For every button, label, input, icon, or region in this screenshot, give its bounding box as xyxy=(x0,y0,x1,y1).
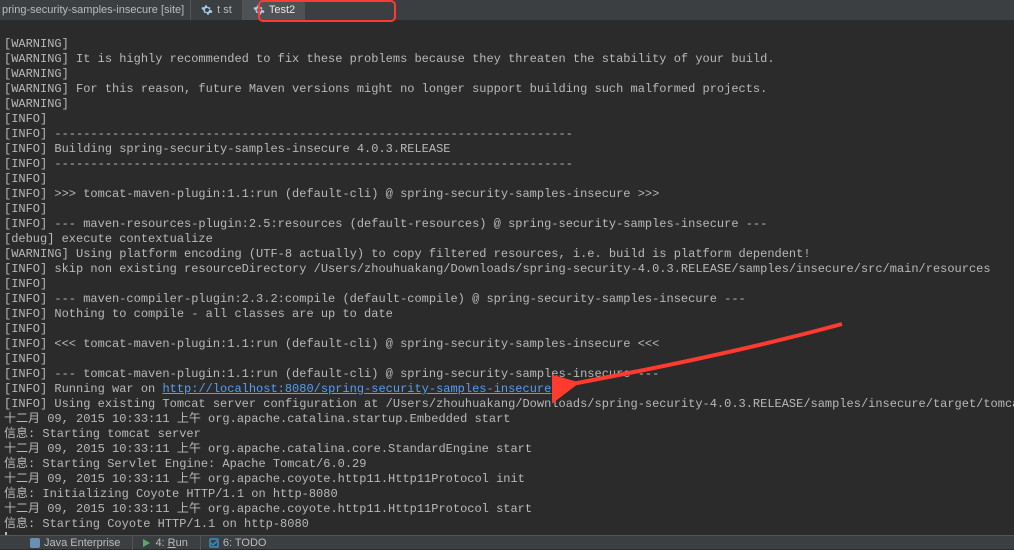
tool-label: Java Enterprise xyxy=(44,537,120,549)
console-line: [INFO] Nothing to compile - all classes … xyxy=(4,307,1010,322)
console-line: [WARNING] xyxy=(4,97,1010,112)
gear-icon xyxy=(253,4,265,16)
console-line xyxy=(4,22,1010,37)
console-line: 十二月 09, 2015 10:33:11 上午 org.apache.coyo… xyxy=(4,502,1010,517)
run-icon xyxy=(141,538,151,548)
tool-label: 4: Run xyxy=(155,537,187,549)
tool-label: 6: TODO xyxy=(223,537,267,549)
console-line: [INFO] Running war on http://localhost:8… xyxy=(4,382,1010,397)
project-label: pring-security-samples-insecure [site] xyxy=(2,4,184,16)
console-line: [INFO] xyxy=(4,172,1010,187)
run-config-tab-test2[interactable]: Test2 xyxy=(242,0,305,20)
console-line: [INFO] >>> tomcat-maven-plugin:1.1:run (… xyxy=(4,187,1010,202)
java-icon xyxy=(30,538,40,548)
console-line: 十二月 09, 2015 10:33:11 上午 org.apache.cata… xyxy=(4,412,1010,427)
tab-label: t st xyxy=(217,4,232,16)
console-line: [WARNING] For this reason, future Maven … xyxy=(4,82,1010,97)
tool-window-java-enterprise[interactable]: Java Enterprise xyxy=(6,536,128,550)
console-line: [WARNING] It is highly recommended to fi… xyxy=(4,52,1010,67)
console-line: 信息: Starting Servlet Engine: Apache Tomc… xyxy=(4,457,1010,472)
console-line: [INFO] xyxy=(4,277,1010,292)
run-config-topbar: pring-security-samples-insecure [site] t… xyxy=(0,0,1014,20)
console-line: [INFO] ---------------------------------… xyxy=(4,157,1010,172)
console-line: [INFO] --- tomcat-maven-plugin:1.1:run (… xyxy=(4,367,1010,382)
console-line: 信息: Initializing Coyote HTTP/1.1 on http… xyxy=(4,487,1010,502)
console-line: [debug] execute contextualize xyxy=(4,232,1010,247)
todo-icon xyxy=(209,538,219,548)
console-line: [WARNING] xyxy=(4,37,1010,52)
bottom-toolbar: Java Enterprise 4: Run 6: TODO xyxy=(0,535,1014,549)
console-line: [INFO] ---------------------------------… xyxy=(4,127,1010,142)
console-link[interactable]: http://localhost:8080/spring-security-sa… xyxy=(162,382,551,396)
console-line: [INFO] xyxy=(4,352,1010,367)
console-line: [INFO] xyxy=(4,322,1010,337)
console-line: [INFO] --- maven-resources-plugin:2.5:re… xyxy=(4,217,1010,232)
console-line: [INFO] Building spring-security-samples-… xyxy=(4,142,1010,157)
run-config-tab-test[interactable]: t st xyxy=(190,0,242,20)
gear-icon xyxy=(201,4,213,16)
console-output[interactable]: [WARNING][WARNING] It is highly recommen… xyxy=(0,20,1014,535)
console-line: 十二月 09, 2015 10:33:11 上午 org.apache.coyo… xyxy=(4,472,1010,487)
console-line: [INFO] xyxy=(4,112,1010,127)
console-line: 信息: Starting tomcat server xyxy=(4,427,1010,442)
tab-label: Test2 xyxy=(269,4,295,16)
run-config-tabs: t st Test2 xyxy=(190,0,305,20)
console-line: [INFO] --- maven-compiler-plugin:2.3.2:c… xyxy=(4,292,1010,307)
console-line: [WARNING] Using platform encoding (UTF-8… xyxy=(4,247,1010,262)
console-line: [INFO] <<< tomcat-maven-plugin:1.1:run (… xyxy=(4,337,1010,352)
console-line: 十二月 09, 2015 10:33:11 上午 org.apache.cata… xyxy=(4,442,1010,457)
tool-window-run[interactable]: 4: Run xyxy=(132,536,195,550)
console-line: 信息: Starting Coyote HTTP/1.1 on http-808… xyxy=(4,517,1010,532)
tool-window-todo[interactable]: 6: TODO xyxy=(200,536,275,550)
console-line: [INFO] xyxy=(4,202,1010,217)
console-line: [INFO] skip non existing resourceDirecto… xyxy=(4,262,1010,277)
console-line: [INFO] Using existing Tomcat server conf… xyxy=(4,397,1010,412)
console-line: [WARNING] xyxy=(4,67,1010,82)
